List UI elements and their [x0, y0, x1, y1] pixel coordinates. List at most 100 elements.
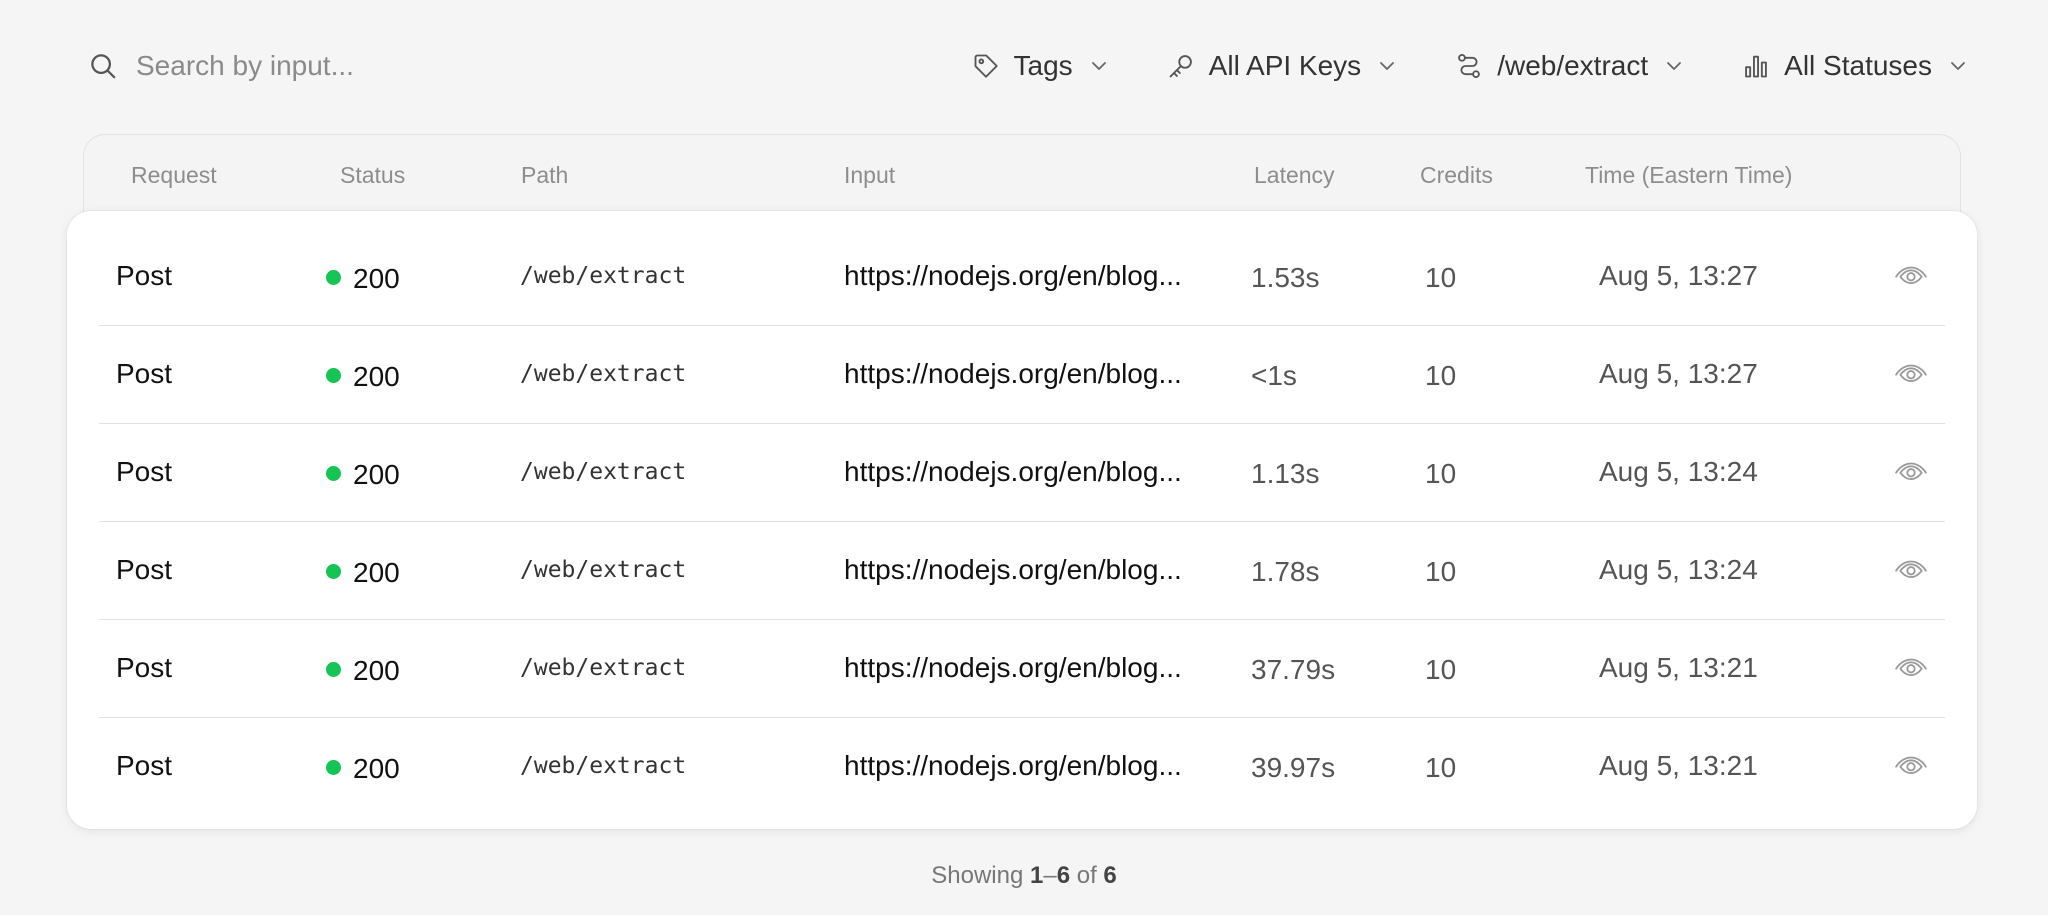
column-header-path[interactable]: Path — [521, 162, 568, 189]
latency-value: 1.13s — [1251, 458, 1320, 489]
timestamp: Aug 5, 13:21 — [1599, 652, 1758, 683]
status-dot-icon — [326, 466, 341, 481]
view-request-button[interactable] — [1894, 424, 1928, 520]
timestamp: Aug 5, 13:24 — [1599, 456, 1758, 487]
status-filter-label: All Statuses — [1784, 50, 1932, 81]
api-keys-filter[interactable]: All API Keys — [1167, 44, 1398, 88]
latency-value: 1.78s — [1251, 556, 1320, 587]
status-code: 200 — [353, 360, 400, 392]
column-header-input[interactable]: Input — [844, 162, 895, 189]
view-request-button[interactable] — [1894, 718, 1928, 814]
request-input: https://nodejs.org/en/blog... — [844, 260, 1182, 291]
request-method: Post — [116, 750, 173, 781]
status-dot-icon — [326, 760, 341, 775]
request-input: https://nodejs.org/en/blog... — [844, 456, 1182, 487]
chevron-down-icon — [1951, 62, 1965, 70]
pagination-of: of — [1076, 862, 1097, 889]
request-path: /web/extract — [520, 557, 687, 583]
request-method: Post — [116, 554, 173, 585]
chevron-down-icon — [1667, 62, 1682, 70]
latency-value: 1.53s — [1251, 262, 1320, 293]
pagination-dash: – — [1043, 862, 1057, 889]
request-path: /web/extract — [520, 459, 687, 485]
eye-icon — [1895, 560, 1927, 579]
credits-value: 10 — [1425, 458, 1457, 489]
view-request-button[interactable] — [1894, 228, 1928, 324]
request-input: https://nodejs.org/en/blog... — [844, 554, 1182, 585]
chevron-down-icon — [1380, 62, 1395, 70]
path-filter-label: /web/extract — [1497, 50, 1649, 81]
tags-filter-label: Tags — [1013, 50, 1073, 81]
table-row[interactable]: Post 200 /web/extract https://nodejs.org… — [99, 718, 1945, 816]
eye-icon — [1895, 658, 1927, 677]
eye-icon — [1895, 756, 1927, 775]
search-icon — [91, 54, 116, 79]
table-row[interactable]: Post 200 /web/extract https://nodejs.org… — [99, 522, 1945, 620]
request-input: https://nodejs.org/en/blog... — [844, 358, 1182, 389]
status-filter[interactable]: All Statuses — [1742, 44, 1968, 88]
latency-value: 39.97s — [1251, 752, 1336, 783]
timestamp: Aug 5, 13:24 — [1599, 554, 1758, 585]
status-cell: 200 — [326, 620, 400, 716]
filter-bar: Tags All API Keys /web/extract All Statu… — [972, 44, 1968, 88]
request-path: /web/extract — [520, 753, 687, 779]
column-header-request[interactable]: Request — [131, 162, 217, 189]
table-row[interactable]: Post 200 /web/extract https://nodejs.org… — [99, 424, 1945, 522]
credits-value: 10 — [1425, 360, 1457, 391]
status-code: 200 — [353, 262, 400, 294]
pagination-end: 6 — [1056, 862, 1071, 889]
bar-chart-icon — [1745, 55, 1767, 78]
status-cell: 200 — [326, 228, 400, 324]
status-code: 200 — [353, 654, 400, 686]
status-code: 200 — [353, 458, 400, 490]
column-header-status[interactable]: Status — [340, 162, 405, 189]
pagination-prefix: Showing — [931, 862, 1024, 889]
status-dot-icon — [326, 270, 341, 285]
column-header-credits[interactable]: Credits — [1420, 162, 1493, 189]
api-keys-filter-label: All API Keys — [1208, 50, 1362, 81]
toolbar: Tags All API Keys /web/extract — [88, 44, 1968, 88]
status-dot-icon — [326, 662, 341, 677]
request-method: Post — [116, 652, 173, 683]
credits-value: 10 — [1425, 262, 1457, 293]
eye-icon — [1895, 266, 1927, 285]
pagination-summary: Showing 1–6 of 6 — [0, 862, 2048, 890]
status-dot-icon — [326, 564, 341, 579]
view-request-button[interactable] — [1894, 326, 1928, 422]
eye-icon — [1895, 462, 1927, 481]
request-input: https://nodejs.org/en/blog... — [844, 750, 1182, 781]
timestamp: Aug 5, 13:21 — [1599, 750, 1758, 781]
request-method: Post — [116, 456, 173, 487]
column-header-latency[interactable]: Latency — [1254, 162, 1335, 189]
table-row[interactable]: Post 200 /web/extract https://nodejs.org… — [99, 228, 1945, 326]
eye-icon — [1895, 364, 1927, 383]
tags-filter[interactable]: Tags — [972, 44, 1109, 88]
status-cell: 200 — [326, 424, 400, 520]
path-filter[interactable]: /web/extract — [1455, 44, 1684, 88]
request-path: /web/extract — [520, 263, 687, 289]
search-input[interactable] — [136, 46, 696, 86]
credits-value: 10 — [1425, 752, 1457, 783]
table-header: Request Status Path Input Latency Credit… — [83, 134, 1961, 214]
status-code: 200 — [353, 752, 400, 784]
table-row[interactable]: Post 200 /web/extract https://nodejs.org… — [99, 620, 1945, 718]
pagination-total: 6 — [1103, 862, 1117, 889]
key-icon — [1169, 55, 1192, 78]
table-row[interactable]: Post 200 /web/extract https://nodejs.org… — [99, 326, 1945, 424]
timestamp: Aug 5, 13:27 — [1599, 260, 1758, 291]
chevron-down-icon — [1091, 62, 1106, 70]
view-request-button[interactable] — [1894, 620, 1928, 716]
request-path: /web/extract — [520, 361, 687, 387]
latency-value: 37.79s — [1251, 654, 1336, 685]
latency-value: <1s — [1251, 360, 1297, 391]
view-request-button[interactable] — [1894, 522, 1928, 618]
status-dot-icon — [326, 368, 341, 383]
table-body: Post 200 /web/extract https://nodejs.org… — [67, 211, 1977, 829]
request-method: Post — [116, 260, 173, 291]
request-method: Post — [116, 358, 173, 389]
status-code: 200 — [353, 556, 400, 588]
search-bar — [88, 44, 788, 88]
pagination-start: 1 — [1029, 862, 1044, 889]
timestamp: Aug 5, 13:27 — [1599, 358, 1758, 389]
column-header-time[interactable]: Time (Eastern Time) — [1585, 162, 1792, 189]
